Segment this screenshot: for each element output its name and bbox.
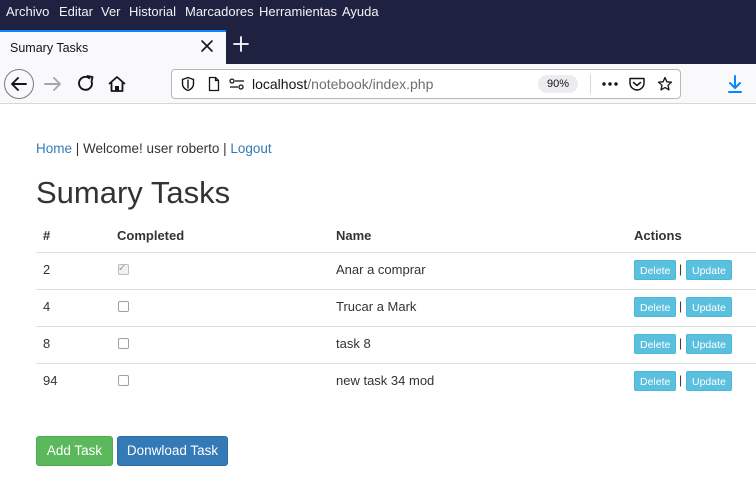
update-button[interactable]: Update: [686, 371, 732, 391]
logout-link[interactable]: Logout: [230, 141, 271, 156]
url-host: localhost: [252, 76, 308, 92]
task-name: Trucar a Mark: [336, 299, 417, 314]
task-id: 2: [43, 262, 51, 277]
page-content: Home | Welcome! user roberto | Logout Su…: [0, 104, 756, 503]
reload-icon: [78, 75, 94, 91]
url-path: /notebook/index.php: [307, 76, 434, 92]
task-id: 4: [43, 299, 51, 314]
column-header-actions: Actions: [634, 228, 682, 243]
task-id: 8: [43, 336, 51, 351]
menu-herramientas[interactable]: Herramientas: [259, 4, 337, 19]
welcome-text: | Welcome! user roberto |: [75, 141, 227, 156]
delete-button[interactable]: Delete: [634, 260, 677, 280]
reload-button[interactable]: [71, 69, 101, 99]
menu-historial[interactable]: Historial: [129, 4, 176, 19]
delete-button[interactable]: Delete: [634, 371, 677, 391]
star-icon[interactable]: [657, 76, 673, 92]
task-id: 94: [43, 373, 58, 388]
table-header-divider: [36, 252, 756, 253]
task-name: Anar a comprar: [336, 262, 426, 277]
download-task-button[interactable]: Donwload Task: [117, 436, 228, 466]
row-divider: [36, 289, 756, 290]
page-icon[interactable]: [206, 76, 222, 92]
navigation-toolbar: localhost/notebook/index.php 90%: [0, 64, 756, 104]
action-separator: |: [679, 336, 683, 350]
forward-button[interactable]: [38, 69, 68, 99]
column-header-completed: Completed: [117, 228, 185, 243]
update-button[interactable]: Update: [686, 334, 732, 354]
update-button[interactable]: Update: [686, 260, 732, 280]
column-header-name: Name: [336, 228, 372, 243]
action-separator: |: [679, 373, 683, 387]
url-bar[interactable]: localhost/notebook/index.php 90%: [171, 69, 681, 99]
home-icon: [108, 76, 126, 92]
completed-checkbox[interactable]: ✓: [118, 263, 129, 275]
tab-title: Sumary Tasks: [10, 41, 89, 55]
action-separator: |: [679, 262, 683, 276]
action-separator: |: [679, 299, 683, 313]
more-icon[interactable]: [600, 76, 620, 92]
download-icon: [728, 75, 742, 93]
completed-checkbox[interactable]: [118, 375, 129, 386]
task-name: new task 34 mod: [336, 373, 435, 388]
home-link[interactable]: Home: [36, 141, 72, 156]
pocket-icon[interactable]: [628, 76, 646, 92]
zoom-level-badge[interactable]: 90%: [538, 75, 579, 93]
update-button[interactable]: Update: [686, 297, 732, 317]
add-task-button[interactable]: Add Task: [36, 436, 113, 466]
row-divider: [36, 363, 756, 364]
plus-icon[interactable]: [231, 34, 251, 54]
completed-checkbox[interactable]: [118, 301, 129, 312]
tab-strip: Sumary Tasks: [0, 26, 756, 64]
menu-archivo[interactable]: Archivo: [6, 4, 49, 19]
forward-arrow-icon: [44, 77, 61, 91]
back-button[interactable]: [4, 69, 34, 99]
tab-sumary-tasks[interactable]: Sumary Tasks: [0, 30, 226, 64]
shield-icon[interactable]: [180, 76, 196, 92]
checkmark-icon: ✓: [118, 263, 127, 274]
delete-button[interactable]: Delete: [634, 297, 677, 317]
completed-checkbox[interactable]: [118, 338, 129, 349]
home-button[interactable]: [102, 69, 132, 99]
task-name: task 8: [336, 336, 371, 351]
back-arrow-icon: [11, 77, 27, 91]
delete-button[interactable]: Delete: [634, 334, 677, 354]
downloads-button[interactable]: [721, 69, 749, 99]
user-nav: Home | Welcome! user roberto | Logout: [36, 141, 272, 156]
menu-marcadores[interactable]: Marcadores: [185, 4, 254, 19]
menu-editar[interactable]: Editar: [59, 4, 93, 19]
menu-bar: Archivo Editar Ver Historial Marcadores …: [0, 0, 756, 26]
column-header-id: #: [43, 228, 51, 243]
permissions-icon[interactable]: [228, 76, 246, 92]
close-icon[interactable]: [198, 37, 216, 55]
row-divider: [36, 326, 756, 327]
menu-ver[interactable]: Ver: [101, 4, 121, 19]
url-bar-divider: [590, 74, 591, 94]
menu-ayuda[interactable]: Ayuda: [342, 4, 379, 19]
page-title: Sumary Tasks: [36, 175, 231, 210]
url-text: localhost/notebook/index.php: [252, 76, 433, 92]
